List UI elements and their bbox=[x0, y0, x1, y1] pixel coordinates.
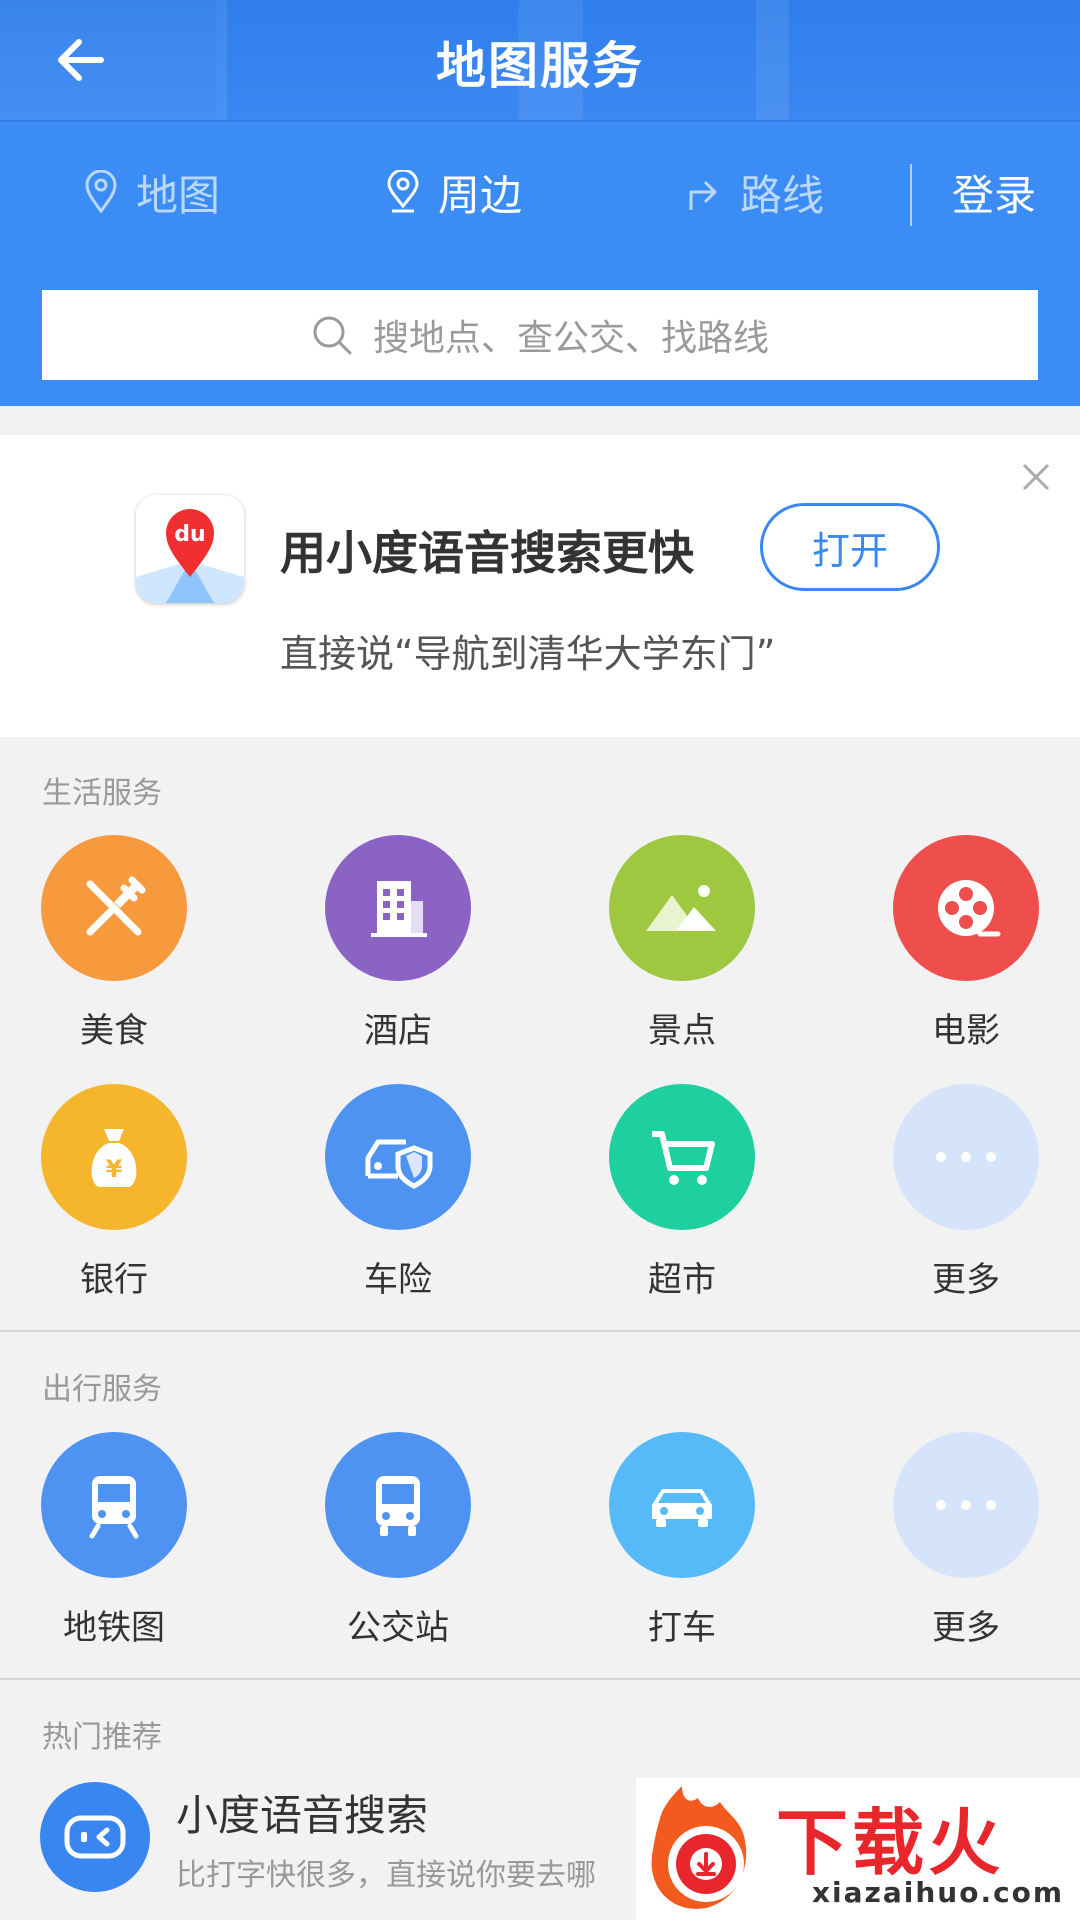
logo-text: du bbox=[174, 522, 205, 547]
search-placeholder: 搜地点、查公交、找路线 bbox=[372, 318, 769, 359]
travel-services-title: 出行服务 bbox=[42, 1372, 162, 1407]
app-header: 地图服务 bbox=[0, 0, 1080, 120]
grid-item-food[interactable]: 美食 bbox=[24, 835, 204, 1052]
grid-item-more-life[interactable]: 更多 bbox=[876, 1084, 1056, 1301]
grid-item-bus[interactable]: 公交站 bbox=[308, 1432, 488, 1649]
search-input[interactable]: 搜地点、查公交、找路线 bbox=[42, 290, 1038, 380]
route-arrow-icon bbox=[684, 169, 726, 215]
tab-nearby[interactable]: 周边 bbox=[382, 122, 522, 262]
hot-recommend-title: 热门推荐 bbox=[42, 1720, 162, 1755]
watermark-text: 下载火 bbox=[776, 1801, 1005, 1885]
grid-item-label: 银行 bbox=[80, 1260, 148, 1300]
grid-item-scenery[interactable]: 景点 bbox=[592, 835, 772, 1052]
more-icon bbox=[893, 1432, 1039, 1578]
grid-item-label: 美食 bbox=[80, 1011, 148, 1051]
more-icon bbox=[893, 1084, 1039, 1230]
map-pin-icon bbox=[80, 169, 122, 215]
nearby-pin-icon bbox=[382, 169, 424, 215]
grid-item-label: 景点 bbox=[648, 1011, 716, 1051]
grid-item-label: 超市 bbox=[648, 1260, 716, 1300]
section-divider bbox=[0, 1330, 1080, 1332]
hot-item-title: 小度语音搜索 bbox=[176, 1791, 429, 1840]
grid-item-hotel[interactable]: 酒店 bbox=[308, 835, 488, 1052]
film-icon bbox=[893, 835, 1039, 981]
tab-bar: 地图 周边 路线 登录 bbox=[0, 120, 1080, 262]
grid-item-label: 酒店 bbox=[364, 1011, 432, 1051]
grid-item-supermarket[interactable]: 超市 bbox=[592, 1084, 772, 1301]
voice-assistant-icon bbox=[40, 1782, 150, 1892]
grid-item-bank[interactable]: ¥ 银行 bbox=[24, 1084, 204, 1301]
grid-item-label: 地铁图 bbox=[63, 1608, 165, 1648]
tab-route[interactable]: 路线 bbox=[684, 122, 824, 262]
watermark-url: xiazaihuo.com bbox=[812, 1876, 1065, 1909]
grid-item-label: 更多 bbox=[932, 1608, 1000, 1648]
car-insurance-icon bbox=[325, 1084, 471, 1230]
section-divider bbox=[0, 1678, 1080, 1680]
grid-item-label: 打车 bbox=[648, 1608, 716, 1648]
cart-icon bbox=[609, 1084, 755, 1230]
grid-item-car-insurance[interactable]: 车险 bbox=[308, 1084, 488, 1301]
page-title: 地图服务 bbox=[436, 37, 644, 95]
tab-route-label: 路线 bbox=[740, 170, 825, 220]
grid-item-taxi[interactable]: 打车 bbox=[592, 1432, 772, 1649]
grid-item-film[interactable]: 电影 bbox=[876, 835, 1056, 1052]
food-icon bbox=[41, 835, 187, 981]
grid-item-label: 电影 bbox=[932, 1011, 1000, 1051]
search-band: 搜地点、查公交、找路线 bbox=[0, 260, 1080, 406]
bus-icon bbox=[325, 1432, 471, 1578]
hotel-icon bbox=[325, 835, 471, 981]
voice-search-promo: du 用小度语音搜索更快 打开 直接说“导航到清华大学东门” bbox=[0, 435, 1080, 737]
grid-item-more-travel[interactable]: 更多 bbox=[876, 1432, 1056, 1649]
svg-text:¥: ¥ bbox=[106, 1155, 123, 1183]
life-services-title: 生活服务 bbox=[42, 776, 162, 811]
watermark-logo: 下载火 xiazaihuo.com bbox=[636, 1778, 1080, 1920]
tab-nearby-label: 周边 bbox=[438, 170, 523, 220]
grid-item-label: 更多 bbox=[932, 1260, 1000, 1300]
close-icon[interactable] bbox=[1016, 457, 1056, 497]
flame-logo-icon bbox=[651, 1786, 747, 1909]
grid-item-subway[interactable]: 地铁图 bbox=[24, 1432, 204, 1649]
promo-subtitle: 直接说“导航到清华大学东门” bbox=[280, 632, 776, 676]
hot-item-desc: 比打字快很多，直接说你要去哪 bbox=[176, 1858, 596, 1893]
subway-icon bbox=[41, 1432, 187, 1578]
promo-title: 用小度语音搜索更快 bbox=[280, 526, 694, 580]
grid-item-label: 公交站 bbox=[347, 1608, 449, 1648]
tab-map-label: 地图 bbox=[136, 170, 221, 220]
scenery-icon bbox=[609, 835, 755, 981]
hot-item-voice-search[interactable]: 小度语音搜索 比打字快很多，直接说你要去哪 bbox=[40, 1782, 740, 1902]
login-button[interactable]: 登录 bbox=[952, 122, 1036, 262]
baidu-maps-logo: du bbox=[136, 495, 244, 603]
tab-divider bbox=[910, 164, 912, 226]
open-button[interactable]: 打开 bbox=[760, 503, 940, 591]
search-icon bbox=[313, 316, 352, 355]
taxi-icon bbox=[609, 1432, 755, 1578]
tab-map[interactable]: 地图 bbox=[80, 122, 220, 262]
grid-item-label: 车险 bbox=[364, 1260, 432, 1300]
bank-icon: ¥ bbox=[41, 1084, 187, 1230]
